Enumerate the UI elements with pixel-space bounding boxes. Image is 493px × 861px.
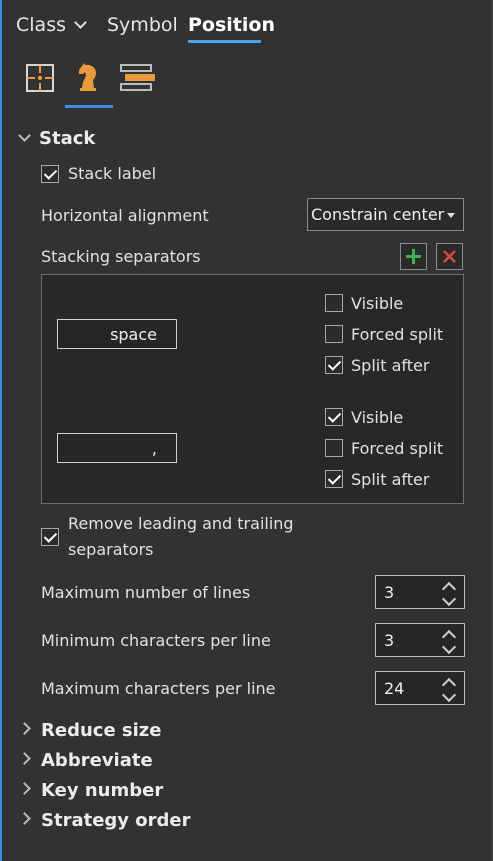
separator-1-visible-label: Visible <box>351 294 404 313</box>
layers-stack-icon <box>120 64 155 91</box>
chevron-right-icon <box>18 782 31 795</box>
chevron-right-icon <box>18 752 31 765</box>
section-strategy-order-title: Strategy order <box>41 810 191 831</box>
close-icon <box>443 250 456 263</box>
separator-input-comma[interactable]: , <box>57 433 177 463</box>
chevron-down-icon[interactable] <box>74 16 87 29</box>
decrement-icon[interactable] <box>441 591 457 607</box>
plus-icon <box>406 249 421 264</box>
max-lines-value: 3 <box>384 583 395 602</box>
stacking-separators-label: Stacking separators <box>41 247 201 266</box>
separator-2-forced-split-checkbox[interactable] <box>325 439 343 457</box>
section-reduce-size-title: Reduce size <box>41 720 162 741</box>
chess-knight-icon <box>79 63 97 91</box>
min-chars-spinner[interactable]: 3 <box>375 623 465 657</box>
active-tab-indicator <box>188 40 261 43</box>
section-stack-header[interactable]: Stack <box>18 128 96 149</box>
separator-2-forced-split-label: Forced split <box>351 439 444 458</box>
max-chars-label: Maximum characters per line <box>41 679 276 698</box>
dropdown-arrow-icon <box>447 213 455 218</box>
chevron-right-icon <box>18 812 31 825</box>
tab-position[interactable]: Position <box>188 14 275 36</box>
separator-1-split-after-checkbox[interactable] <box>325 356 343 374</box>
separator-1-split-after-label: Split after <box>351 356 430 375</box>
conflict-resolution-tab[interactable] <box>70 60 110 100</box>
stack-label-text: Stack label <box>68 164 157 183</box>
horizontal-alignment-dropdown[interactable]: Constrain center <box>307 198 464 231</box>
min-chars-value: 3 <box>384 631 395 650</box>
separator-input-space[interactable]: space <box>57 319 177 349</box>
horizontal-alignment-value: Constrain center <box>311 205 445 224</box>
fitting-strategy-tab[interactable] <box>118 60 158 100</box>
placement-tab[interactable] <box>22 60 62 100</box>
section-stack-title: Stack <box>39 128 96 149</box>
separator-1-forced-split-checkbox[interactable] <box>325 325 343 343</box>
section-key-number-header[interactable]: Key number <box>18 780 164 801</box>
add-separator-button[interactable] <box>400 243 427 270</box>
tab-symbol[interactable]: Symbol <box>107 14 178 36</box>
chevron-right-icon <box>18 722 31 735</box>
separators-panel: space Visible Forced split Split after ,… <box>41 274 464 504</box>
min-chars-label: Minimum characters per line <box>41 631 271 650</box>
section-key-number-title: Key number <box>41 780 164 801</box>
separator-2-split-after-checkbox[interactable] <box>325 470 343 488</box>
active-icon-tab-indicator <box>65 105 113 108</box>
section-abbreviate-header[interactable]: Abbreviate <box>18 750 153 771</box>
horizontal-alignment-label: Horizontal alignment <box>41 206 209 225</box>
separator-1-visible-checkbox[interactable] <box>325 294 343 312</box>
max-chars-value: 24 <box>384 679 405 698</box>
tab-class-label: Class <box>16 14 66 36</box>
decrement-icon[interactable] <box>441 687 457 703</box>
section-strategy-order-header[interactable]: Strategy order <box>18 810 191 831</box>
remove-separators-label-line1: Remove leading and trailing <box>68 514 294 533</box>
section-reduce-size-header[interactable]: Reduce size <box>18 720 162 741</box>
max-lines-label: Maximum number of lines <box>41 583 251 602</box>
placement-grid-icon <box>26 64 54 92</box>
tab-class[interactable]: Class <box>16 14 87 36</box>
remove-separators-checkbox[interactable] <box>41 528 59 546</box>
separator-1-forced-split-label: Forced split <box>351 325 444 344</box>
max-chars-spinner[interactable]: 24 <box>375 671 465 705</box>
chevron-down-icon <box>18 129 31 142</box>
decrement-icon[interactable] <box>441 639 457 655</box>
separator-value: , <box>151 439 157 458</box>
max-lines-spinner[interactable]: 3 <box>375 575 465 609</box>
separator-2-visible-checkbox[interactable] <box>325 408 343 426</box>
separator-2-split-after-label: Split after <box>351 470 430 489</box>
section-abbreviate-title: Abbreviate <box>41 750 153 771</box>
remove-separator-button[interactable] <box>436 243 463 270</box>
separator-value: space <box>110 325 157 344</box>
panel-left-edge <box>0 0 2 861</box>
separator-2-visible-label: Visible <box>351 408 404 427</box>
stack-label-checkbox[interactable] <box>41 165 59 183</box>
remove-separators-label-line2: separators <box>68 540 154 559</box>
